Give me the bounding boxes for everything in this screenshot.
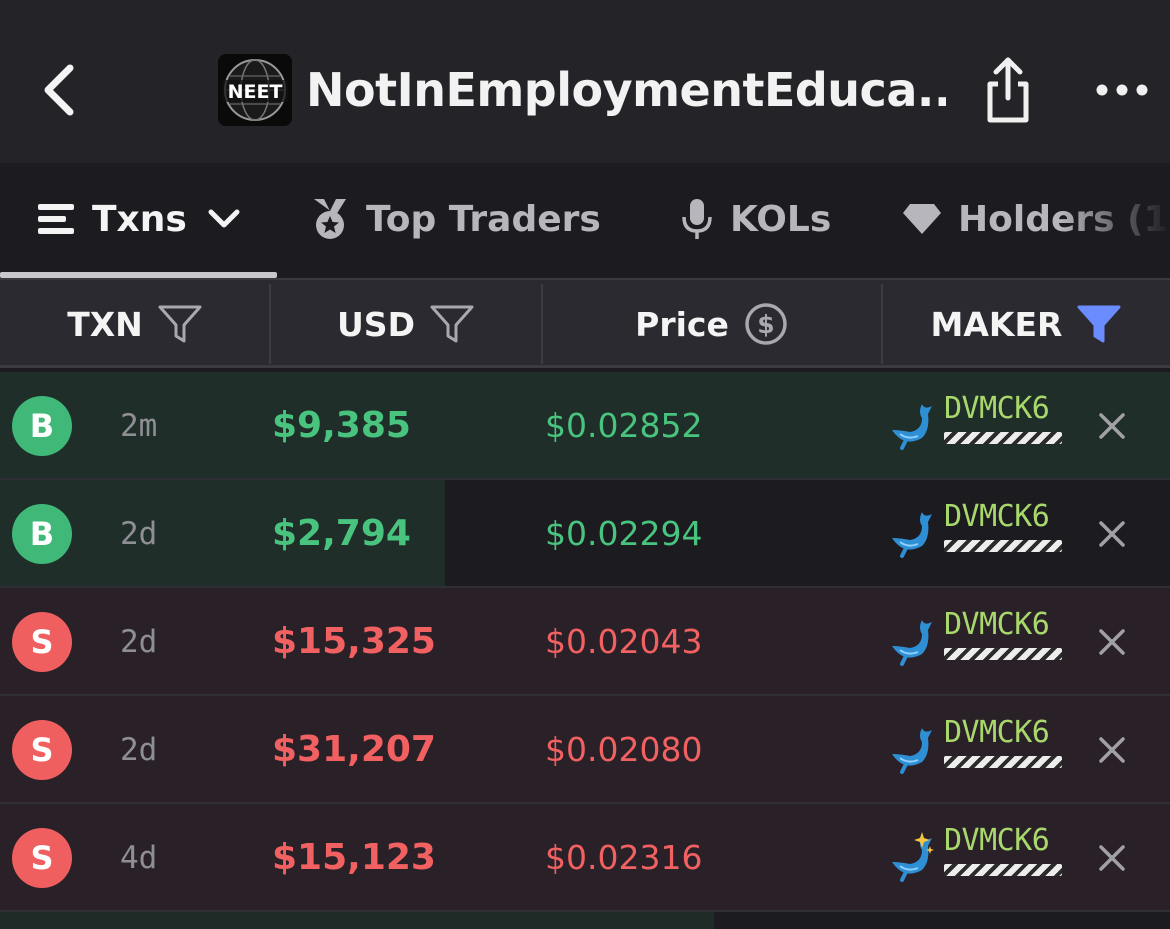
txn-usd: $15,123 — [272, 837, 436, 878]
whale-sparkle-icon — [888, 832, 934, 884]
microphone-icon — [680, 197, 714, 241]
list-icon — [36, 201, 76, 237]
maker-address[interactable]: DVMCK6 — [944, 606, 1050, 644]
buy-badge: B — [12, 504, 72, 564]
tab-top-traders-label: Top Traders — [366, 198, 601, 240]
buy-badge: B — [12, 396, 72, 456]
close-icon — [1099, 845, 1125, 871]
column-usd-label: USD — [337, 304, 415, 344]
txn-age: 2d — [120, 732, 158, 768]
txn-usd: $9,385 — [272, 405, 411, 446]
tab-txns-label: Txns — [92, 198, 187, 240]
tab-kols[interactable]: KOLs — [680, 189, 831, 249]
txn-price: $0.02080 — [545, 730, 703, 769]
svg-text:$: $ — [757, 310, 774, 339]
column-maker-label: MAKER — [930, 304, 1063, 344]
sell-badge: S — [12, 720, 72, 780]
maker-tag-bar — [944, 540, 1062, 552]
tab-top-traders[interactable]: Top Traders — [310, 189, 601, 249]
txn-age: 2d — [120, 516, 158, 552]
exclude-maker-button[interactable] — [1094, 624, 1130, 660]
filter-active-icon[interactable] — [1076, 304, 1122, 344]
maker-tag-bar — [944, 648, 1062, 660]
more-dots-icon — [1096, 84, 1148, 96]
share-button[interactable] — [980, 54, 1036, 126]
column-price-label: Price — [635, 304, 729, 344]
column-txn[interactable]: TXN — [0, 280, 270, 368]
table-row[interactable]: B 2d $2,794 $0.02294 DVMCK6 — [0, 480, 1170, 588]
table-row[interactable]: S 2d $15,325 $0.02043 DVMCK6 — [0, 588, 1170, 696]
table-row[interactable]: S 2d $31,207 $0.02080 DVMCK6 — [0, 696, 1170, 804]
txn-usd: $15,325 — [272, 621, 436, 662]
tab-bar: Txns Top Traders KOLs Holders (1 — [0, 163, 1170, 278]
token-title: NotInEmploymentEduca... — [306, 63, 946, 117]
exclude-maker-button[interactable] — [1094, 732, 1130, 768]
tab-kols-label: KOLs — [730, 198, 832, 240]
close-icon — [1099, 629, 1125, 655]
column-usd[interactable]: USD — [271, 280, 541, 368]
close-icon — [1099, 737, 1125, 763]
table-header: TXN USD Price $ MAKER — [0, 278, 1170, 368]
txn-usd: $2,794 — [272, 513, 411, 554]
sell-badge: S — [12, 612, 72, 672]
txn-age: 4d — [120, 840, 158, 876]
logo-text: NEET — [228, 81, 283, 103]
chevron-down-icon — [207, 208, 241, 230]
maker-address[interactable]: DVMCK6 — [944, 714, 1050, 752]
medal-icon — [310, 197, 350, 241]
close-icon — [1099, 521, 1125, 547]
column-price[interactable]: Price $ — [543, 280, 881, 368]
whale-icon — [888, 724, 932, 776]
top-bar: NEET NotInEmploymentEduca... — [0, 0, 1170, 163]
txn-age: 2d — [120, 624, 158, 660]
close-icon — [1099, 413, 1125, 439]
tab-txns[interactable]: Txns — [36, 189, 241, 249]
back-button[interactable] — [36, 58, 84, 122]
filter-icon[interactable] — [157, 304, 203, 344]
more-button[interactable] — [1094, 74, 1150, 106]
dollar-circle-icon[interactable]: $ — [743, 301, 789, 347]
maker-address[interactable]: DVMCK6 — [944, 822, 1050, 860]
exclude-maker-button[interactable] — [1094, 408, 1130, 444]
txn-price: $0.02043 — [545, 622, 703, 661]
tab-holders-label: Holders (1 — [958, 198, 1169, 240]
share-icon — [987, 57, 1029, 123]
whale-icon — [888, 508, 932, 560]
maker-address[interactable]: DVMCK6 — [944, 498, 1050, 536]
column-maker[interactable]: MAKER — [883, 280, 1170, 368]
sell-badge: S — [12, 828, 72, 888]
txn-price: $0.02852 — [545, 406, 703, 445]
exclude-maker-button[interactable] — [1094, 516, 1130, 552]
filter-icon[interactable] — [429, 304, 475, 344]
whale-icon — [888, 616, 932, 668]
tab-holders[interactable]: Holders (1 — [902, 189, 1169, 249]
column-txn-label: TXN — [67, 304, 143, 344]
maker-address[interactable]: DVMCK6 — [944, 390, 1050, 428]
table-row[interactable]: S 4d $15,123 $0.02316 DVMCK6 — [0, 804, 1170, 912]
diamond-icon — [902, 202, 942, 236]
maker-tag-bar — [944, 864, 1062, 876]
txn-price: $0.02316 — [545, 838, 703, 877]
maker-tag-bar — [944, 756, 1062, 768]
txn-usd: $31,207 — [272, 729, 436, 770]
chevron-left-icon — [44, 64, 74, 116]
txn-price: $0.02294 — [545, 514, 703, 553]
next-row-peek — [0, 912, 1170, 929]
maker-tag-bar — [944, 432, 1062, 444]
txn-age: 2m — [120, 408, 158, 444]
table-row[interactable]: B 2m $9,385 $0.02852 DVMCK6 — [0, 372, 1170, 480]
exclude-maker-button[interactable] — [1094, 840, 1130, 876]
whale-icon — [888, 400, 932, 452]
token-logo: NEET — [218, 54, 292, 126]
